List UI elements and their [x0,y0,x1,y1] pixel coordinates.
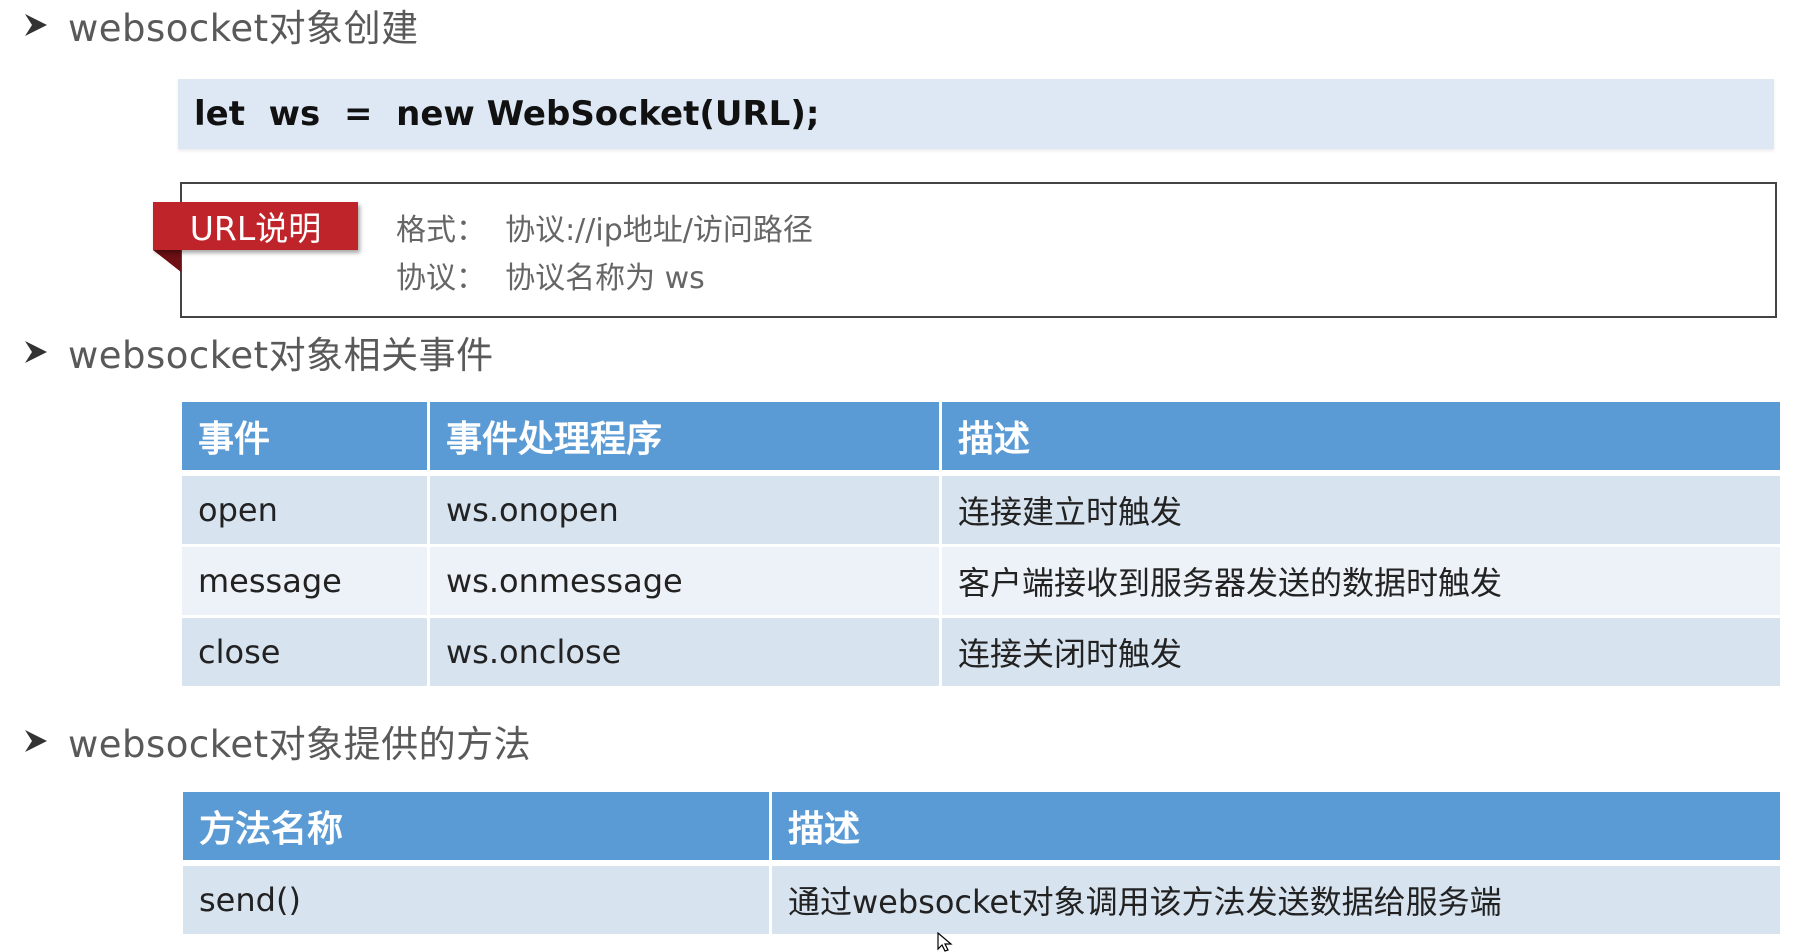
event-handler: ws.onopen [430,476,942,547]
table-header-row: 方法名称 描述 [183,792,1780,866]
event-handler: ws.onmessage [430,547,942,618]
section-create: websocket对象创建 [22,0,419,50]
table-row: message ws.onmessage 客户端接收到服务器发送的数据时触发 [182,547,1780,618]
method-name: send() [183,866,772,937]
section-heading-events: websocket对象相关事件 [68,334,494,377]
event-name: open [182,476,430,547]
url-tag-fold [153,250,181,272]
header-event: 事件 [182,402,430,476]
section-events: websocket对象相关事件 [22,327,494,377]
header-method-name: 方法名称 [183,792,772,866]
url-note-box [180,182,1777,318]
arrow-bullet-icon [25,14,47,36]
methods-table: 方法名称 描述 send() 通过websocket对象调用该方法发送数据给服务… [183,792,1780,937]
table-row: open ws.onopen 连接建立时触发 [182,476,1780,547]
event-description: 客户端接收到服务器发送的数据时触发 [942,547,1780,618]
header-description: 描述 [942,402,1780,476]
section-methods: websocket对象提供的方法 [22,716,531,766]
table-header-row: 事件 事件处理程序 描述 [182,402,1780,476]
arrow-bullet-icon [25,730,47,752]
mouse-pointer-icon [937,932,953,952]
code-line: let ws = new WebSocket(URL); [194,94,820,134]
events-table: 事件 事件处理程序 描述 open ws.onopen 连接建立时触发 mess… [182,402,1780,689]
section-heading-methods: websocket对象提供的方法 [68,723,532,766]
event-handler: ws.onclose [430,618,942,689]
event-name: close [182,618,430,689]
code-block: let ws = new WebSocket(URL); [178,79,1774,149]
url-note-tag: URL说明 [153,202,358,250]
header-handler: 事件处理程序 [430,402,942,476]
event-description: 连接建立时触发 [942,476,1780,547]
url-note-format: 格式： 协议://ip地址/访问路径 [396,213,813,248]
url-note-protocol: 协议： 协议名称为 ws [396,261,705,296]
table-row: close ws.onclose 连接关闭时触发 [182,618,1780,689]
section-heading-create: websocket对象创建 [68,7,419,50]
method-description: 通过websocket对象调用该方法发送数据给服务端 [772,866,1780,937]
arrow-bullet-icon [25,341,47,363]
table-row: send() 通过websocket对象调用该方法发送数据给服务端 [183,866,1780,937]
header-description: 描述 [772,792,1780,866]
event-name: message [182,547,430,618]
event-description: 连接关闭时触发 [942,618,1780,689]
